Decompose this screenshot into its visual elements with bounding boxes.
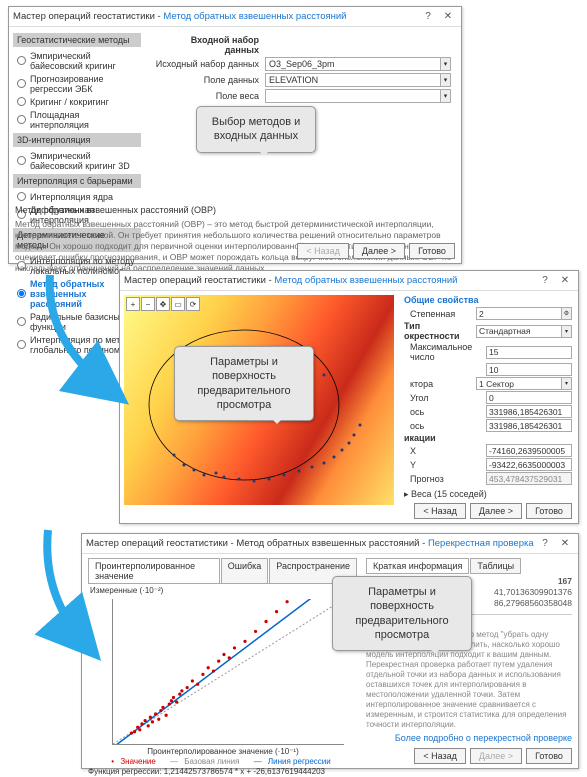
y-label: Y bbox=[404, 460, 486, 470]
sector-label: ктора bbox=[404, 379, 476, 389]
chart-panel: Проинтерполированное значение Ошибка Рас… bbox=[84, 556, 362, 744]
r1-input[interactable]: 331986,185426301 bbox=[486, 405, 572, 418]
rms-value: 86,27968560358048 bbox=[494, 598, 572, 608]
r2-label: ось bbox=[404, 421, 486, 431]
calc-icon[interactable]: ⚙ bbox=[562, 307, 572, 320]
method-ebk[interactable]: Эмпирический байесовский кригинг bbox=[13, 49, 141, 72]
titlebar-1: Мастер операций геостатистики - Метод об… bbox=[9, 7, 461, 27]
finish-button[interactable]: Готово bbox=[526, 748, 572, 764]
count-value: 167 bbox=[558, 576, 572, 586]
src-input[interactable]: O3_Sep06_3pm bbox=[265, 57, 441, 71]
neigh-input[interactable]: Стандартная bbox=[476, 325, 562, 338]
method-kernel[interactable]: Интерполяция ядра bbox=[13, 190, 141, 203]
neigh-label: Тип окрестности bbox=[404, 321, 476, 341]
method-areal[interactable]: Площадная интерполяция bbox=[13, 108, 141, 131]
cat-barriers: Интерполяция с барьерами bbox=[13, 174, 141, 188]
id-header: икации bbox=[404, 433, 572, 443]
angle-label: Угол bbox=[404, 393, 486, 403]
help-icon[interactable]: ? bbox=[536, 274, 554, 288]
cat-3d: 3D-интерполяция bbox=[13, 133, 141, 147]
x-input[interactable]: -74160,2639500005 bbox=[486, 444, 572, 457]
y-axis-label: Измеренные (·10⁻²) bbox=[90, 586, 358, 595]
input-header: Входной набор данных bbox=[155, 35, 265, 55]
x-axis-label: Проинтерполированное значение (·10⁻¹) bbox=[88, 747, 358, 756]
title-step-3a: Метод обратных взвешенных расстояний bbox=[236, 538, 419, 549]
src-label: Исходный набор данных bbox=[155, 59, 265, 69]
mean-value: 41,70136309901376 bbox=[494, 587, 572, 597]
weights-expander[interactable]: ▸ Веса (15 соседей) bbox=[404, 486, 572, 503]
desc-title: Метод обратных взвешенных расстояний (ОВ… bbox=[15, 205, 455, 217]
power-input[interactable]: 2 bbox=[476, 307, 562, 320]
titlebar-2: Мастер операций геостатистики - Метод об… bbox=[120, 271, 578, 291]
property-panel: Общие свойства Степенная2⚙ Тип окрестнос… bbox=[398, 291, 578, 501]
close-icon[interactable]: ✕ bbox=[556, 274, 574, 288]
tab-predicted[interactable]: Проинтерполированное значение bbox=[88, 558, 220, 583]
title-step-3b: Перекрестная проверка bbox=[428, 538, 534, 549]
title-step-2: Метод обратных взвешенных расстояний bbox=[274, 275, 457, 286]
src-dd-icon[interactable]: ▾ bbox=[441, 57, 451, 71]
y-input[interactable]: -93422,6635000003 bbox=[486, 458, 572, 471]
help-icon[interactable]: ? bbox=[536, 537, 554, 551]
field-input[interactable]: ELEVATION bbox=[265, 73, 441, 87]
next-button[interactable]: Далее > bbox=[353, 243, 405, 259]
x-label: X bbox=[404, 446, 486, 456]
power-label: Степенная bbox=[404, 309, 476, 319]
finish-button[interactable]: Готово bbox=[526, 503, 572, 519]
cv-more-link[interactable]: Более подробно о перекрестной проверке bbox=[395, 733, 572, 743]
weight-input[interactable] bbox=[265, 89, 441, 103]
sector-input[interactable]: 1 Сектор bbox=[476, 377, 562, 390]
flow-arrow-1 bbox=[40, 270, 120, 402]
method-ebk-reg[interactable]: Прогнозирование регрессии ЭБК bbox=[13, 72, 141, 95]
next-button: Далее > bbox=[470, 748, 522, 764]
angle-input[interactable]: 0 bbox=[486, 391, 572, 404]
field-label: Поле данных bbox=[155, 75, 265, 85]
wizard-step3: Мастер операций геостатистики - Метод об… bbox=[81, 533, 579, 769]
maxn-input[interactable]: 15 bbox=[486, 346, 572, 359]
dd-icon[interactable]: ▾ bbox=[562, 377, 572, 390]
tab-error[interactable]: Ошибка bbox=[221, 558, 269, 583]
title-prefix: Мастер операций геостатистики bbox=[13, 11, 155, 22]
tooltip-cv: Параметры и поверхность предварительного… bbox=[332, 576, 472, 651]
field-dd-icon[interactable]: ▾ bbox=[441, 73, 451, 87]
maxn-label: Максимальное число bbox=[404, 342, 486, 362]
flow-arrow-2 bbox=[40, 525, 100, 657]
title-prefix-2: Мастер операций геостатистики bbox=[124, 275, 266, 286]
next-button[interactable]: Далее > bbox=[470, 503, 522, 519]
close-icon[interactable]: ✕ bbox=[556, 537, 574, 551]
pred-value: 453,478437529031 bbox=[486, 472, 572, 485]
method-kriging[interactable]: Кригинг / кокригинг bbox=[13, 95, 141, 108]
scatter-chart bbox=[112, 599, 344, 745]
method-ebk3d[interactable]: Эмпирический байесовский кригинг 3D bbox=[13, 149, 141, 172]
back-button: < Назад bbox=[297, 243, 349, 259]
r2-input[interactable]: 331986,185426301 bbox=[486, 419, 572, 432]
finish-button[interactable]: Готово bbox=[409, 243, 455, 259]
title-prefix-3: Мастер операций геостатистики bbox=[86, 538, 228, 549]
chart-legend: • Значение — Базовая линия — Линия регре… bbox=[88, 757, 358, 766]
weight-dd-icon[interactable]: ▾ bbox=[441, 89, 451, 103]
tooltip-preview: Параметры и поверхность предварительного… bbox=[174, 346, 314, 421]
weight-label: Поле веса bbox=[155, 91, 265, 101]
regression-function: Функция регрессии: 1,21442573786574 * x … bbox=[88, 767, 358, 776]
pred-label: Прогноз bbox=[404, 474, 486, 484]
cat-geostat: Геостатистические методы bbox=[13, 33, 141, 47]
title-step: Метод обратных взвешенных расстояний bbox=[163, 11, 346, 22]
props-header: Общие свойства bbox=[404, 295, 572, 305]
tooltip-methods: Выбор методов и входных данных bbox=[196, 106, 316, 153]
back-button[interactable]: < Назад bbox=[414, 748, 466, 764]
minn-input[interactable]: 10 bbox=[486, 363, 572, 376]
chart-tabs: Проинтерполированное значение Ошибка Рас… bbox=[88, 558, 358, 584]
dd-icon[interactable]: ▾ bbox=[562, 325, 572, 338]
tab-summary[interactable]: Краткая информация bbox=[366, 558, 469, 574]
titlebar-3: Мастер операций геостатистики - Метод об… bbox=[82, 534, 578, 554]
back-button[interactable]: < Назад bbox=[414, 503, 466, 519]
help-icon[interactable]: ? bbox=[419, 10, 437, 24]
close-icon[interactable]: ✕ bbox=[439, 10, 457, 24]
tab-tables[interactable]: Таблицы bbox=[470, 558, 521, 574]
r1-label: ось bbox=[404, 407, 486, 417]
